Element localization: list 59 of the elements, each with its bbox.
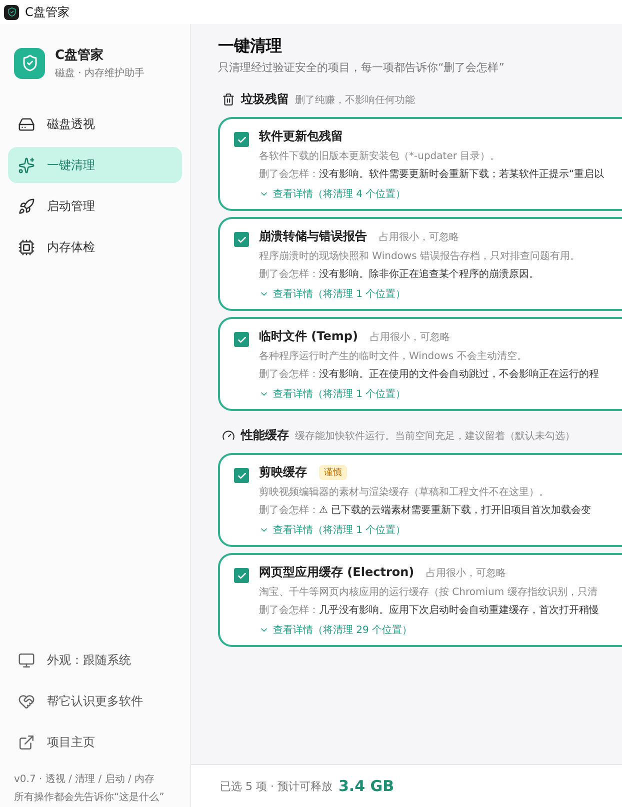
item-description: 各种程序运行时产生的临时文件，Windows 不会主动清空。 [259, 350, 528, 363]
sidebar-link[interactable]: 项目主页 [0, 722, 190, 763]
gauge-icon [222, 429, 235, 442]
section-title: 性能缓存 [241, 427, 289, 444]
check-icon [236, 334, 246, 344]
item-effect: 删了会怎样：没有影响。软件需要更新时会重新下载；若某软件正提示“重启以 [259, 168, 604, 181]
app-name: C盘管家 [55, 46, 105, 64]
app-icon [4, 4, 19, 20]
freed-size: 3.4 GB [338, 777, 394, 795]
item-description: 各软件下载的旧版本更新安装包（*-updater 目录）。 [259, 150, 502, 163]
item-effect: 删了会怎样：没有影响。正在使用的文件会自动跳过，不会影响正在运行的程 [259, 368, 599, 381]
monitor-icon [18, 652, 35, 669]
check-icon [236, 234, 246, 244]
item-name: 网页型应用缓存 (Electron) [259, 564, 414, 581]
checkbox[interactable] [234, 132, 249, 147]
version-note: 所有操作都会先告诉你“这是什么” [14, 790, 166, 805]
sidebar-link[interactable]: 外观：跟随系统 [0, 640, 190, 681]
drive-icon [18, 116, 35, 132]
checkbox[interactable] [234, 468, 249, 483]
rocket-icon [18, 198, 35, 214]
item-name: 崩溃转储与错误报告 [259, 228, 367, 245]
page-title: 一键清理 [218, 36, 283, 57]
chip-icon [18, 238, 35, 256]
item-name: 软件更新包残留 [259, 128, 343, 145]
sidebar-link[interactable]: 帮它认识更多软件 [0, 681, 190, 722]
checkbox[interactable] [234, 332, 249, 347]
caution-badge: 谨慎 [319, 465, 347, 480]
checkbox[interactable] [234, 568, 249, 583]
item-effect: 删了会怎样：没有影响。除非你正在追查某个程序的崩溃原因。 [259, 268, 540, 281]
item-name: 剪映缓存 [259, 464, 307, 481]
item-description: 程序崩溃时的现场快照和 Windows 错误报告存档，只对排查问题有用。 [259, 250, 580, 263]
item-description: 淘宝、千牛等网页内核应用的运行缓存（按 Chromium 缓存指纹识别，只清 [259, 586, 598, 599]
app-subtitle: 磁盘 · 内存维护助手 [55, 66, 145, 80]
page-subtitle: 只清理经过验证安全的项目，每一项都告诉你“删了会怎样” [218, 60, 506, 75]
item-effect: 删了会怎样：⚠ 已下载的云端素材需要重新下载，打开旧项目首次加载会变 [259, 504, 592, 517]
size-note: 占用很小，可忽略 [379, 230, 459, 244]
nav-item[interactable]: 启动管理 [8, 188, 182, 224]
size-note: 占用很小，可忽略 [370, 330, 450, 344]
checkbox[interactable] [234, 232, 249, 247]
nav-item[interactable]: 内存体检 [8, 229, 182, 265]
item-effect: 删了会怎样：几乎没有影响。应用下次启动时会自动重建缓存，首次打开稍慢 [259, 604, 599, 617]
external-link-icon [18, 734, 35, 751]
sparkle-icon [18, 156, 35, 174]
check-icon [236, 570, 246, 580]
nav-item[interactable]: 磁盘透视 [8, 106, 182, 142]
window-title: C盘管家 [25, 4, 70, 20]
item-description: 剪映视频编辑器的素材与渲染缓存（草稿和工程文件不在这里）。 [259, 486, 550, 499]
item-name: 临时文件 (Temp) [259, 328, 358, 345]
section-title: 垃圾残留 [241, 91, 289, 108]
selection-summary: 已选 5 项 · 预计可释放 [220, 778, 332, 794]
shield-logo-icon [14, 48, 45, 78]
section-note: 删了纯赚，不影响任何功能 [295, 94, 415, 106]
size-note: 占用很小，可忽略 [426, 566, 506, 580]
version-note: v0.7 · 透视 / 清理 / 启动 / 内存 [14, 772, 156, 787]
section-note: 缓存能加快软件运行。当前空间充足，建议留着（默认未勾选） [295, 430, 575, 442]
check-icon [236, 134, 246, 144]
check-icon [236, 470, 246, 480]
trash-icon [222, 93, 235, 106]
nav-item[interactable]: 一键清理 [8, 147, 182, 183]
